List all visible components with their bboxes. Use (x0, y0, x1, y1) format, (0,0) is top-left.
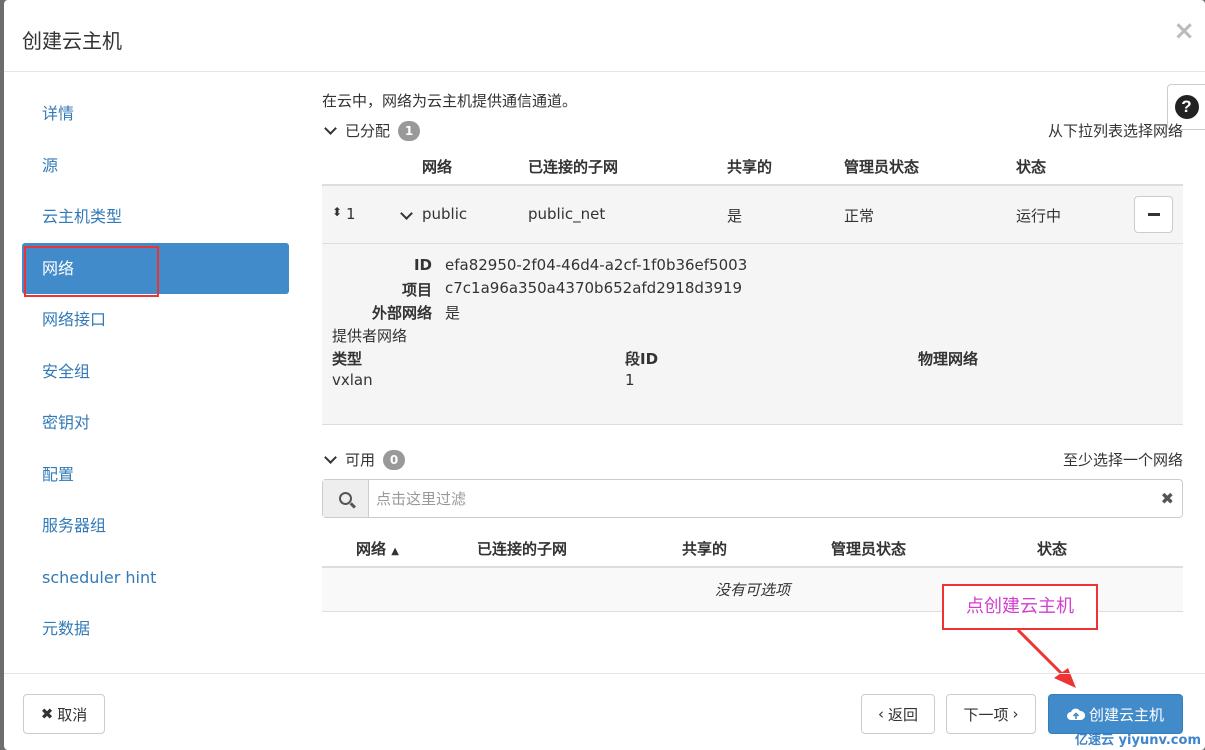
detail-id-label: ID (413, 256, 432, 274)
row-expand-icon[interactable] (400, 204, 413, 222)
column-subnets: 已连接的子网 (528, 158, 619, 176)
search-icon (339, 492, 352, 505)
sidebar-item-networks[interactable]: 网络 (22, 242, 289, 294)
table-row[interactable]: ⬍ 1 public public_net 是 正常 运行中 (322, 186, 1183, 244)
sidebar-item-key-pair[interactable]: 密钥对 (22, 397, 289, 449)
detail-project-value: c7c1a96a350a4370b652afd2918d3919 (445, 279, 743, 297)
detail-external-label: 外部网络 (371, 304, 432, 322)
networks-panel: 在云中，网络为云主机提供通信通道。 已分配 1 从下拉列表选择网络 网络 已连接… (322, 88, 1183, 612)
dialog-title: 创建云主机 (22, 29, 122, 53)
allocated-toggle[interactable]: 已分配 1 (322, 120, 421, 141)
sidebar-item-network-ports[interactable]: 网络接口 (22, 294, 289, 346)
create-instance-button[interactable]: 创建云主机 (1048, 694, 1183, 734)
available-toggle[interactable]: 可用 0 (322, 449, 406, 470)
deallocate-button[interactable] (1134, 196, 1173, 233)
detail-physical-label: 物理网络 (918, 350, 979, 368)
cloud-upload-icon (1066, 708, 1085, 720)
create-label: 创建云主机 (1088, 705, 1164, 724)
row-order: 1 (346, 205, 356, 223)
chevron-down-icon (324, 121, 337, 135)
detail-id-value: efa82950-2f04-46d4-a2cf-1f0b36ef5003 (445, 256, 748, 274)
back-button[interactable]: ‹ 返回 (861, 694, 935, 734)
allocated-table-header: 网络 已连接的子网 共享的 管理员状态 状态 (322, 146, 1183, 186)
available-label: 可用 (345, 451, 376, 469)
filter-search-addon (323, 480, 369, 517)
detail-segment-value: 1 (625, 371, 635, 389)
back-label: 返回 (887, 705, 918, 724)
row-admin-state: 正常 (844, 207, 875, 225)
sidebar-item-flavor[interactable]: 云主机类型 (22, 191, 289, 243)
column-network-sortable[interactable]: 网络 ▲ (356, 538, 399, 559)
create-instance-dialog: 创建云主机 × 详情 源 云主机类型 网络 网络接口 安全组 密钥对 配置 服务… (4, 0, 1205, 750)
sort-ascending-icon: ▲ (391, 546, 399, 557)
close-icon: ✖ (40, 705, 54, 723)
sidebar-item-security-groups[interactable]: 安全组 (22, 346, 289, 398)
detail-type-label: 类型 (332, 350, 363, 368)
column-subnets[interactable]: 已连接的子网 (477, 538, 567, 559)
detail-type-value: vxlan (332, 371, 373, 389)
sidebar-item-metadata[interactable]: 元数据 (22, 603, 289, 655)
allocated-count-badge: 1 (398, 120, 421, 141)
chevron-left-icon: ‹ (877, 705, 884, 723)
detail-external-value: 是 (445, 304, 461, 322)
row-subnets: public_net (528, 205, 606, 223)
available-count-badge: 0 (383, 449, 406, 470)
column-network: 网络 (422, 158, 453, 176)
cancel-label: 取消 (57, 705, 88, 724)
cancel-button[interactable]: ✖ 取消 (23, 694, 105, 734)
sidebar-item-configuration[interactable]: 配置 (22, 449, 289, 501)
sidebar-item-details[interactable]: 详情 (22, 88, 289, 140)
chevron-down-icon (324, 450, 337, 464)
filter-input[interactable] (370, 480, 1150, 517)
sidebar-item-source[interactable]: 源 (22, 140, 289, 192)
clear-filter-icon[interactable]: ✖ (1161, 489, 1174, 508)
detail-project-label: 项目 (401, 281, 432, 299)
row-network-name: public (422, 205, 468, 223)
next-button[interactable]: 下一项 › (946, 694, 1036, 734)
allocated-section-header: 已分配 1 从下拉列表选择网络 (322, 114, 1183, 146)
detail-segment-label: 段ID (625, 350, 659, 368)
watermark-logo: 亿速云 yiyunv.com (1075, 733, 1201, 748)
allocated-table: 网络 已连接的子网 共享的 管理员状态 状态 ⬍ 1 public public… (322, 146, 1183, 425)
dialog-header: 创建云主机 × (4, 0, 1205, 72)
column-admin-state: 管理员状态 (844, 158, 920, 176)
filter-bar: ✖ (322, 479, 1183, 518)
column-shared[interactable]: 共享的 (682, 538, 727, 559)
next-label: 下一项 (963, 705, 1009, 724)
column-admin-state[interactable]: 管理员状态 (831, 538, 906, 559)
detail-provider-heading: 提供者网络 (332, 327, 408, 345)
close-icon[interactable]: × (1173, 18, 1195, 44)
allocated-hint: 从下拉列表选择网络 (1047, 122, 1183, 140)
allocated-label: 已分配 (345, 122, 391, 140)
dialog-footer: ✖ 取消 ‹ 返回 下一项 › 创建云主机 (4, 673, 1205, 750)
sort-handle-icon[interactable]: ⬍ (332, 205, 342, 219)
available-hint: 至少选择一个网络 (1062, 451, 1183, 469)
wizard-sidebar: 详情 源 云主机类型 网络 网络接口 安全组 密钥对 配置 服务器组 sched… (22, 88, 289, 655)
available-table-header: 网络 ▲ 已连接的子网 共享的 管理员状态 状态 (322, 528, 1183, 568)
annotation-callout: 点创建云主机 (942, 584, 1098, 630)
row-shared: 是 (727, 207, 743, 225)
column-status: 状态 (1016, 158, 1047, 176)
networks-intro: 在云中，网络为云主机提供通信通道。 (322, 92, 578, 110)
sidebar-item-server-groups[interactable]: 服务器组 (22, 500, 289, 552)
chevron-right-icon: › (1012, 705, 1019, 723)
column-shared: 共享的 (727, 158, 773, 176)
network-detail-panel: ID efa82950-2f04-46d4-a2cf-1f0b36ef5003 … (322, 244, 1183, 425)
available-section-header: 可用 0 至少选择一个网络 (322, 443, 1183, 475)
column-status[interactable]: 状态 (1037, 538, 1067, 559)
sidebar-item-scheduler-hint[interactable]: scheduler hint (22, 552, 289, 604)
row-status: 运行中 (1016, 207, 1062, 225)
